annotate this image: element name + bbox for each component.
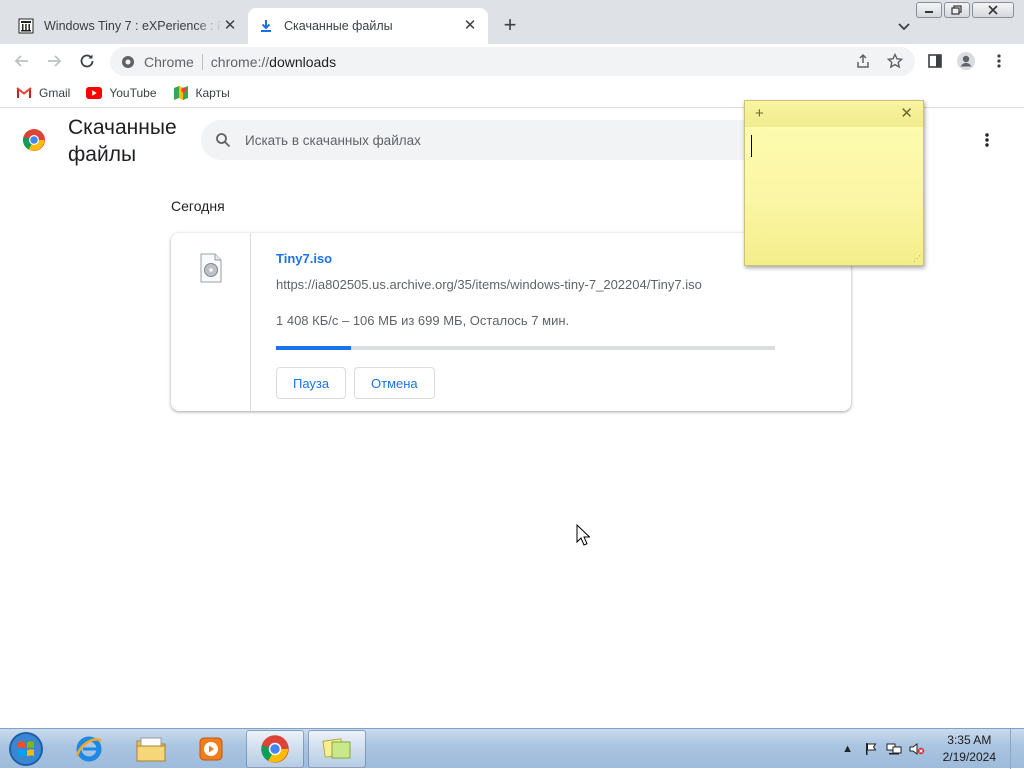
show-desktop-button[interactable] [1010,729,1024,769]
share-icon[interactable] [852,50,874,72]
cancel-button[interactable]: Отмена [354,367,435,399]
add-note-button[interactable]: + [755,105,764,122]
internet-explorer-icon[interactable] [60,730,118,768]
close-window-icon[interactable] [972,2,1014,18]
maximize-icon[interactable] [944,2,970,18]
downloads-search-bar[interactable] [201,120,761,160]
system-clock[interactable]: 3:35 AM 2/19/2024 [943,732,996,766]
close-tab-icon[interactable]: ✕ [462,18,478,34]
new-tab-button[interactable]: + [498,14,522,38]
url-path: downloads [269,53,337,70]
text-caret [751,135,752,157]
bookmark-label: Gmail [39,85,71,100]
sticky-note-header: + ✕ [745,101,923,127]
windows-taskbar: ▲ 3:35 AM 2/19/2024 [0,728,1024,769]
chrome-icon[interactable] [246,730,304,768]
bookmark-label: YouTube [109,85,157,100]
url-scheme: chrome:// [210,53,270,70]
archive-org-icon [18,18,34,34]
pause-button[interactable]: Пауза [276,367,347,399]
sticky-notes-icon[interactable] [308,730,366,768]
bookmark-youtube[interactable]: YouTube [86,85,157,101]
side-panel-icon[interactable] [924,50,946,72]
sticky-note-window[interactable]: + ✕ ⋰ [744,100,924,266]
search-icon [213,130,233,150]
browser-toolbar: Chrome chrome://downloads [0,44,1024,78]
file-name-link[interactable]: Tiny7.iso [276,251,332,266]
tab-archive-org[interactable]: Windows Tiny 7 : eXPerience : Free ✕ [8,8,248,44]
show-hidden-icons-icon[interactable]: ▲ [840,741,856,757]
download-icon [258,18,274,34]
profile-avatar-icon[interactable] [955,50,977,72]
bookmark-label: Карты [195,85,230,100]
chrome-site-icon [120,54,136,70]
action-center-flag-icon[interactable] [863,741,879,757]
star-bookmark-icon[interactable] [884,50,906,72]
tab-label: Windows Tiny 7 : eXPerience : Free [44,19,222,33]
start-button[interactable] [4,730,48,768]
search-input[interactable] [245,132,725,148]
disc-image-file-icon [199,253,223,283]
tab-downloads[interactable]: Скачанные файлы ✕ [248,8,488,44]
back-arrow-icon[interactable] [10,49,34,73]
bookmark-gmail[interactable]: Gmail [16,85,70,101]
window-controls [916,2,1014,18]
tab-label: Скачанные файлы [284,19,393,33]
gmail-icon [16,85,32,101]
address-bar[interactable]: Chrome chrome://downloads [110,47,915,76]
mouse-cursor-icon [576,523,591,546]
chevron-down-icon[interactable] [894,16,914,36]
resize-grip-icon[interactable]: ⋰ [913,254,921,263]
site-name: Chrome [144,53,194,70]
browser-tab-strip: Windows Tiny 7 : eXPerience : Free ✕ Ска… [0,0,1024,44]
close-note-button[interactable]: ✕ [900,104,913,122]
youtube-icon [86,85,103,101]
minimize-icon[interactable] [916,2,942,18]
reload-icon[interactable] [75,49,99,73]
date-header: Сегодня [171,198,225,214]
file-source-url[interactable]: https://ia802505.us.archive.org/35/items… [276,277,702,292]
page-title: Скачанные файлы [68,116,177,166]
network-icon[interactable] [886,741,902,757]
maps-icon [173,85,189,101]
clock-time: 3:35 AM [947,733,992,747]
system-tray: ▲ 3:35 AM 2/19/2024 [833,729,1024,769]
close-tab-icon[interactable]: ✕ [222,18,238,34]
file-icon-column [171,233,251,411]
bookmark-maps[interactable]: Карты [173,85,230,101]
divider [201,53,203,70]
forward-arrow-icon[interactable] [42,49,66,73]
download-progress-bar [276,346,775,350]
media-player-icon[interactable] [182,730,240,768]
more-menu-icon[interactable] [988,50,1010,72]
volume-muted-icon[interactable] [909,741,925,757]
clock-date: 2/19/2024 [942,750,996,764]
downloads-more-menu-icon[interactable] [976,129,998,151]
download-progress-fill [276,346,351,350]
download-status: 1 408 КБ/с – 106 МБ из 699 МБ, Осталось … [276,313,570,328]
explorer-folder-icon[interactable] [122,730,180,768]
chrome-logo-icon [22,128,46,152]
